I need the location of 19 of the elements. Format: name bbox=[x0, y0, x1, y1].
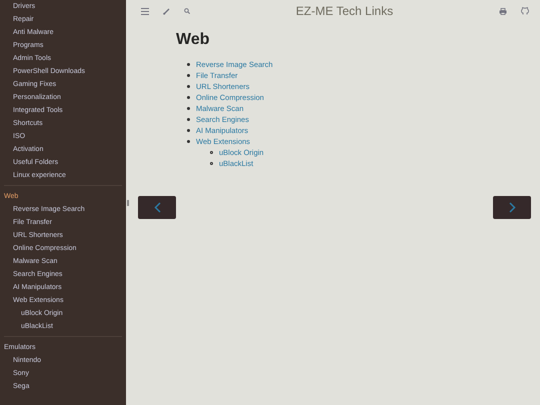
book-title: EZ-ME Tech Links bbox=[294, 4, 394, 18]
previous-page-button[interactable] bbox=[138, 196, 176, 219]
bullet-icon bbox=[187, 129, 190, 132]
bullet-icon bbox=[187, 107, 190, 110]
chevron-left-icon bbox=[154, 202, 160, 213]
bullet-icon bbox=[187, 74, 190, 77]
bullet-icon bbox=[187, 118, 190, 121]
bullet-icon bbox=[210, 151, 213, 154]
github-icon[interactable] bbox=[518, 7, 532, 15]
next-page-button[interactable] bbox=[493, 196, 531, 219]
bullet-icon bbox=[187, 96, 190, 99]
chevron-right-icon bbox=[508, 202, 516, 213]
page-heading: Web bbox=[176, 31, 210, 49]
bullet-icon bbox=[210, 162, 213, 165]
bullet-icon bbox=[187, 140, 190, 143]
bullet-icon bbox=[187, 85, 190, 88]
resize-handle[interactable] bbox=[127, 200, 129, 206]
menu-icon[interactable] bbox=[138, 8, 152, 14]
bullet-icon bbox=[187, 63, 190, 66]
